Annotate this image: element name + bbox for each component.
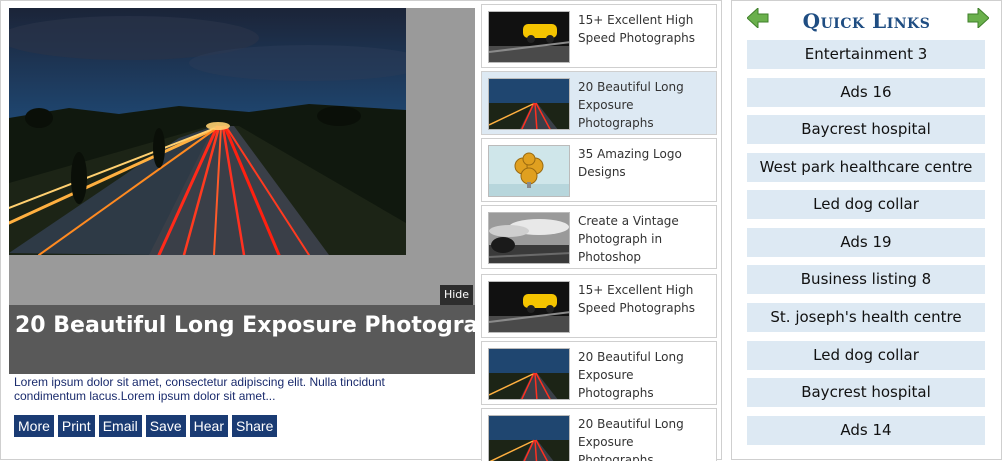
thumbnail-item-active[interactable]: 20 Beautiful Long Exposure Photographs	[481, 71, 717, 135]
thumbnail-image	[488, 11, 570, 63]
share-button[interactable]: Share	[232, 415, 278, 437]
thumbnail-image	[488, 348, 570, 400]
quick-links-title: Quick Links	[802, 9, 931, 33]
hero-photo	[9, 8, 406, 255]
more-button[interactable]: More	[14, 415, 54, 437]
thumbnail-item[interactable]: 15+ Excellent High Speed Photographs	[481, 4, 717, 68]
thumbnail-item[interactable]: 35 Amazing Logo Designs	[481, 138, 717, 202]
quick-link-item[interactable]: Baycrest hospital	[747, 115, 985, 144]
thumbnail-image	[488, 281, 570, 333]
thumbnail-item[interactable]: Create a Vintage Photograph in Photoshop	[481, 205, 717, 269]
quick-links-panel: Quick Links Entertainment 3 Ads 16 Baycr…	[731, 0, 1002, 460]
quick-link-item[interactable]: Business listing 8	[747, 265, 985, 294]
hero-description: Lorem ipsum dolor sit amet, consectetur …	[14, 375, 385, 403]
thumbnail-image	[488, 145, 570, 197]
email-button[interactable]: Email	[98, 415, 142, 437]
thumbnail-label: 20 Beautiful Long Exposure Photographs	[578, 80, 684, 130]
hero-slide[interactable]: Hide 20 Beautiful Long Exposure Photogra…	[9, 8, 523, 374]
thumbnail-item[interactable]: 20 Beautiful Long Exposure Photographs	[481, 408, 717, 461]
save-button[interactable]: Save	[145, 415, 186, 437]
thumbnail-image	[488, 415, 570, 461]
quick-link-item[interactable]: Entertainment 3	[747, 40, 985, 69]
quick-link-item[interactable]: St. joseph's health centre	[747, 303, 985, 332]
thumbnail-item[interactable]: 20 Beautiful Long Exposure Photographs	[481, 341, 717, 405]
thumbnail-label: 35 Amazing Logo Designs	[578, 147, 682, 179]
arrow-right-icon[interactable]	[967, 8, 989, 28]
quick-links-header: Quick Links	[732, 1, 1001, 37]
quick-link-item[interactable]: Ads 16	[747, 78, 985, 107]
quick-link-item[interactable]: Baycrest hospital	[747, 378, 985, 407]
hero-caption: 20 Beautiful Long Exposure Photographs	[9, 305, 523, 374]
thumbnail-list: 15+ Excellent High Speed Photographs 20 …	[481, 4, 719, 461]
hide-caption-button[interactable]: Hide	[440, 285, 473, 305]
thumbnail-label: Create a Vintage Photograph in Photoshop	[578, 214, 679, 264]
quick-link-item[interactable]: West park healthcare centre	[747, 153, 985, 182]
feature-panel: Hide 20 Beautiful Long Exposure Photogra…	[0, 0, 722, 461]
thumbnail-image	[488, 212, 570, 264]
thumbnail-item[interactable]: 15+ Excellent High Speed Photographs	[481, 274, 717, 338]
hero-title[interactable]: 20 Beautiful Long Exposure Photographs	[15, 305, 523, 346]
print-button[interactable]: Print	[57, 415, 95, 437]
thumbnail-label: 20 Beautiful Long Exposure Photographs	[578, 350, 684, 400]
quick-link-item[interactable]: Ads 14	[747, 416, 985, 445]
thumbnail-label: 15+ Excellent High Speed Photographs	[578, 283, 696, 315]
thumbnail-label: 15+ Excellent High Speed Photographs	[578, 13, 696, 45]
quick-link-item[interactable]: Ads 19	[747, 228, 985, 257]
quick-link-item[interactable]: Led dog collar	[747, 341, 985, 370]
action-bar: More Print Email Save Hear Share	[14, 415, 278, 437]
thumbnail-label: 20 Beautiful Long Exposure Photographs	[578, 417, 684, 461]
quick-link-item[interactable]: Led dog collar	[747, 190, 985, 219]
hear-button[interactable]: Hear	[189, 415, 228, 437]
thumbnail-image	[488, 78, 570, 130]
